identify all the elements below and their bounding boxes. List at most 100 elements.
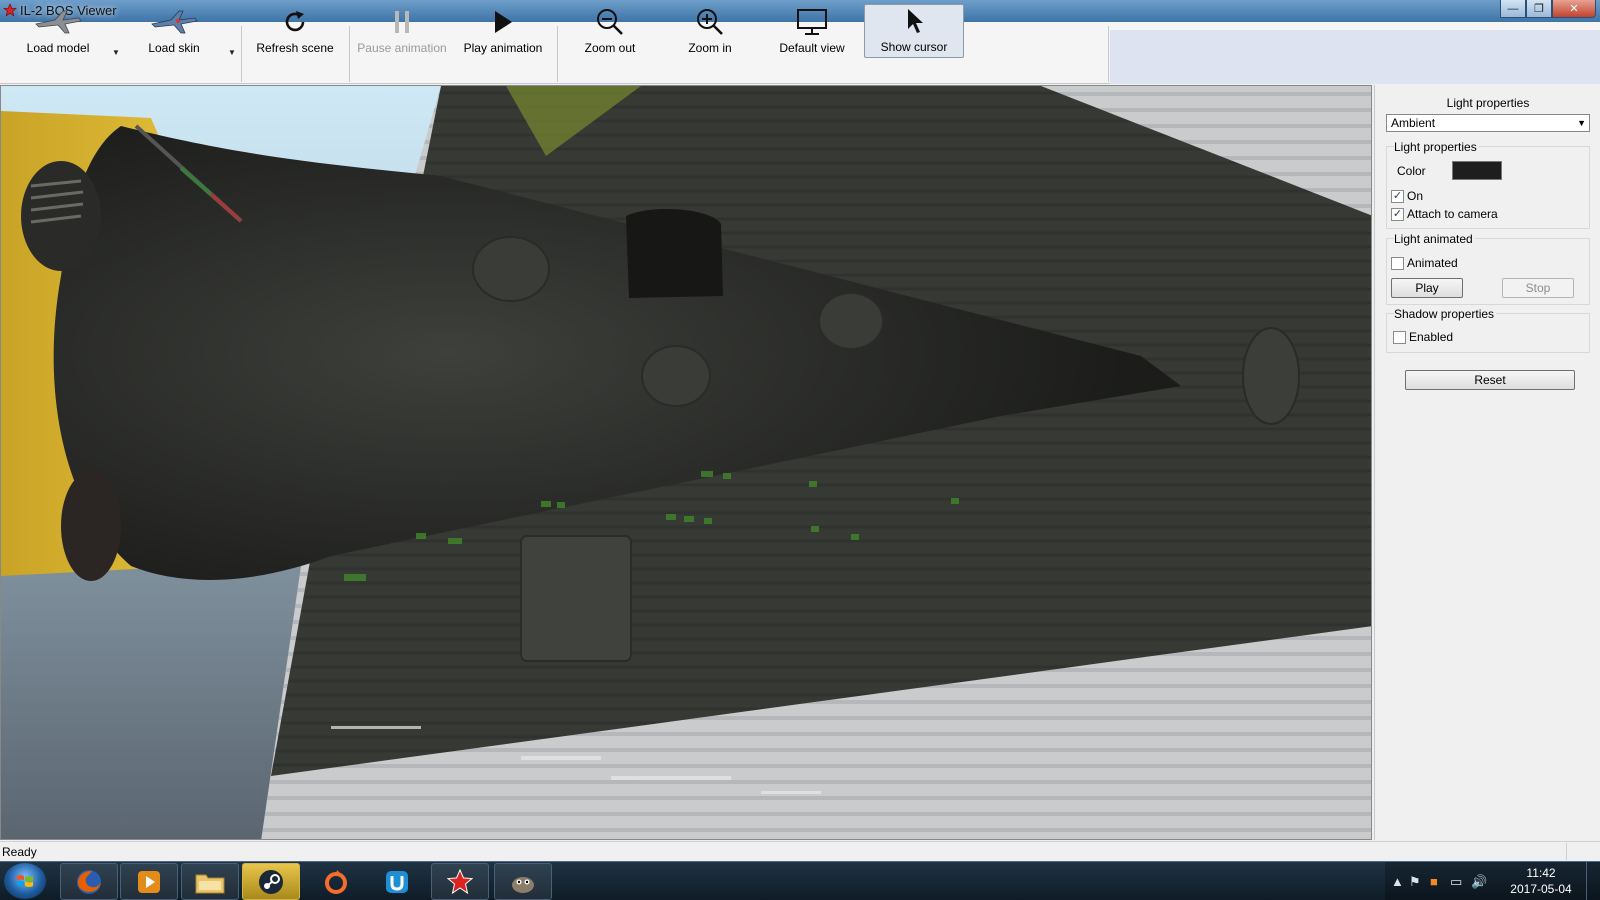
clock[interactable]: 11:42 2017-05-04	[1510, 865, 1572, 897]
zoom-in-label: Zoom in	[688, 41, 732, 55]
load-skin-button[interactable]: Load skin	[134, 4, 214, 58]
zoom-out-icon	[597, 9, 623, 35]
refresh-scene-button[interactable]: Refresh scene	[250, 4, 340, 58]
light-properties-panel: Light properties Ambient ▼ Light propert…	[1374, 85, 1600, 840]
light-type-value: Ambient	[1391, 116, 1436, 130]
toolbar-separator	[557, 26, 558, 82]
steam-icon	[259, 869, 283, 894]
attach-camera-checkbox-row[interactable]: ✓ Attach to camera	[1391, 207, 1498, 221]
animated-checkbox[interactable]	[1391, 256, 1404, 270]
pause-animation-label: Pause animation	[357, 41, 447, 55]
network-icon[interactable]: ▭	[1450, 874, 1462, 890]
chevron-down-icon: ▼	[1577, 118, 1586, 128]
restore-icon: ❐	[1534, 3, 1544, 15]
taskbar-media-player[interactable]	[120, 863, 178, 900]
show-cursor-label: Show cursor	[880, 40, 948, 54]
status-bar-grip	[1566, 843, 1600, 860]
taskbar-uplay[interactable]	[368, 863, 426, 900]
stop-light-button[interactable]: Stop	[1502, 278, 1574, 298]
status-bar: Ready	[0, 841, 1600, 861]
pause-icon	[395, 11, 409, 33]
on-checkbox-row[interactable]: ✓ On	[1391, 189, 1423, 203]
zoom-out-button[interactable]: Zoom out	[570, 4, 650, 58]
office-tray-icon[interactable]: ■	[1430, 874, 1438, 889]
windows-logo-icon	[17, 875, 33, 887]
taskbar-gimp[interactable]	[494, 863, 552, 900]
file-explorer-icon	[195, 874, 225, 893]
play-animation-button[interactable]: Play animation	[458, 4, 548, 58]
group-title: Shadow properties	[1394, 307, 1497, 321]
refresh-scene-label: Refresh scene	[256, 41, 334, 55]
start-button[interactable]	[4, 863, 46, 899]
shadow-properties-group: Shadow properties Enabled	[1386, 307, 1590, 353]
monitor-icon	[797, 9, 827, 35]
media-player-icon	[138, 870, 160, 893]
volume-icon[interactable]: 🔊	[1471, 874, 1487, 890]
origin-icon	[325, 869, 347, 894]
play-light-button[interactable]: Play	[1391, 278, 1463, 298]
uplay-icon	[386, 870, 408, 893]
load-skin-dropdown-icon[interactable]: ▼	[228, 48, 236, 57]
zoom-in-icon	[697, 9, 723, 35]
status-text: Ready	[2, 845, 37, 859]
3d-viewport[interactable]	[0, 85, 1372, 840]
play-animation-label: Play animation	[463, 41, 543, 55]
toolbar-empty-area	[1110, 30, 1600, 84]
app-star-icon	[3, 3, 17, 17]
shadow-enabled-checkbox[interactable]	[1393, 330, 1406, 344]
maximize-button[interactable]: ❐	[1526, 0, 1552, 18]
panel-title: Light properties	[1446, 96, 1530, 110]
zoom-out-label: Zoom out	[584, 41, 636, 55]
load-model-label: Load model	[26, 41, 90, 55]
shadow-enabled-label: Enabled	[1409, 330, 1454, 344]
action-center-flag-icon[interactable]: ⚑	[1409, 874, 1421, 890]
toolbar-separator	[241, 26, 242, 82]
airplane-skin-icon	[151, 10, 198, 34]
taskbar: ▲ ⚑ ■ ▭ 🔊 11:42 2017-05-04	[0, 861, 1600, 900]
color-label: Color	[1397, 164, 1426, 178]
load-model-dropdown-icon[interactable]: ▼	[112, 48, 120, 57]
pause-animation-button[interactable]: Pause animation	[356, 4, 448, 58]
attach-camera-label: Attach to camera	[1407, 207, 1498, 221]
taskbar-il2-viewer[interactable]	[431, 863, 489, 900]
attach-camera-checkbox[interactable]: ✓	[1391, 207, 1404, 221]
close-icon: ✕	[1569, 3, 1579, 15]
reset-button[interactable]: Reset	[1405, 370, 1575, 390]
on-label: On	[1407, 189, 1424, 203]
color-swatch[interactable]	[1452, 161, 1502, 180]
clock-date: 2017-05-04	[1510, 882, 1572, 896]
close-button[interactable]: ✕	[1552, 0, 1596, 18]
refresh-icon	[285, 11, 305, 32]
minimize-button[interactable]: —	[1500, 0, 1526, 18]
zoom-in-button[interactable]: Zoom in	[670, 4, 750, 58]
shadow-enabled-checkbox-row[interactable]: Enabled	[1393, 330, 1453, 344]
show-cursor-button[interactable]: Show cursor	[864, 4, 964, 58]
aircraft-render-scene	[1, 86, 1371, 839]
animated-label: Animated	[1407, 256, 1458, 270]
group-title: Light animated	[1394, 232, 1475, 246]
light-properties-group: Light properties Color ✓ On ✓ Attach to …	[1386, 140, 1590, 229]
load-skin-label: Load skin	[148, 41, 200, 55]
taskbar-file-explorer[interactable]	[181, 863, 239, 900]
show-desktop-button[interactable]	[1586, 862, 1600, 900]
on-checkbox[interactable]: ✓	[1391, 189, 1404, 203]
cursor-arrow-icon	[908, 9, 923, 33]
default-view-label: Default view	[779, 41, 845, 55]
toolbar-separator	[1108, 26, 1109, 82]
show-hidden-icons-icon[interactable]: ▲	[1391, 874, 1404, 889]
light-type-select[interactable]: Ambient ▼	[1386, 114, 1590, 132]
taskbar-steam[interactable]	[242, 863, 300, 900]
clock-time: 11:42	[1526, 866, 1556, 880]
taskbar-firefox[interactable]	[60, 863, 118, 900]
il2-viewer-icon	[446, 868, 474, 894]
default-view-button[interactable]: Default view	[767, 4, 857, 58]
minimize-icon: —	[1507, 2, 1519, 15]
group-title: Light properties	[1394, 140, 1479, 154]
firefox-icon	[77, 869, 101, 894]
taskbar-origin[interactable]	[307, 863, 365, 900]
airplane-model-icon	[35, 10, 82, 34]
gimp-icon	[512, 876, 534, 893]
animated-checkbox-row[interactable]: Animated	[1391, 256, 1458, 270]
load-model-button[interactable]: Load model	[18, 4, 98, 58]
light-animated-group: Light animated Animated Play Stop	[1386, 232, 1590, 305]
